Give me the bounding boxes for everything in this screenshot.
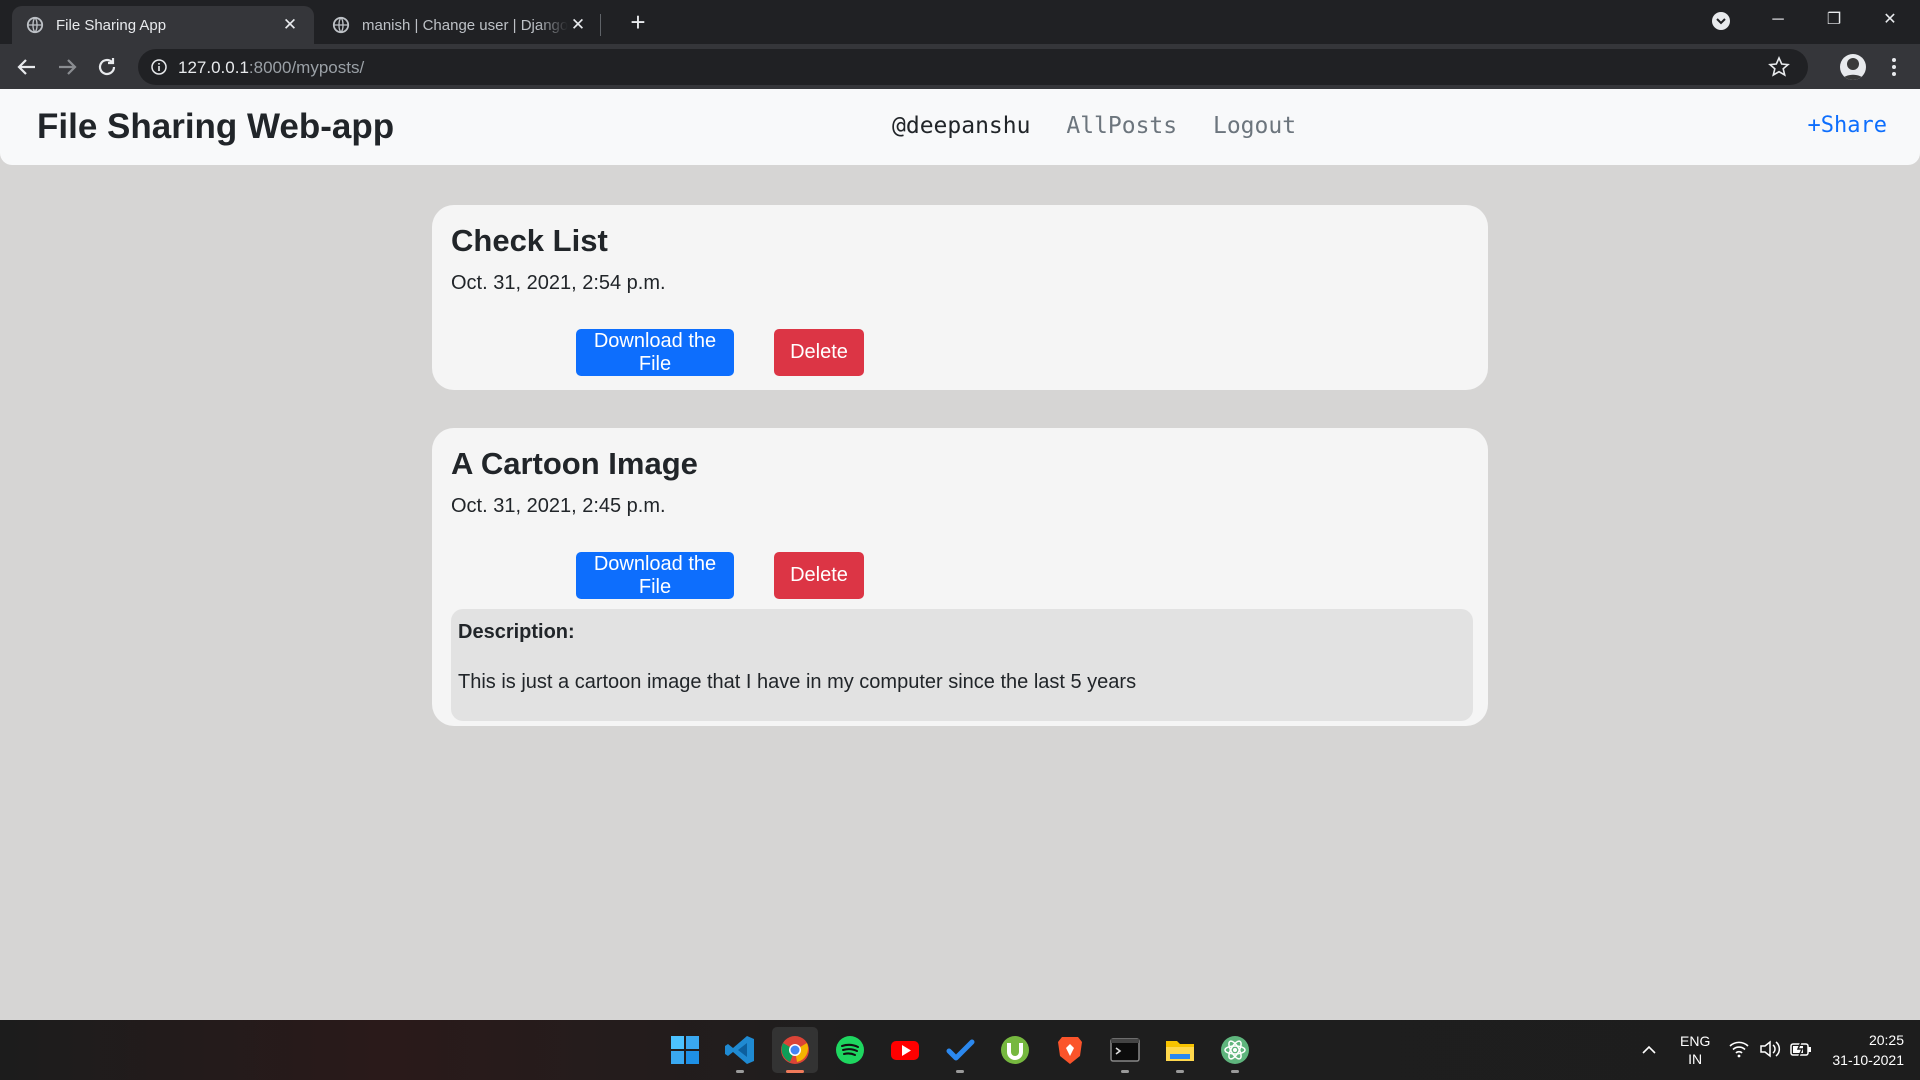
url-host: 127.0.0.1 [178,58,249,77]
url-text: 127.0.0.1:8000/myposts/ [178,58,364,78]
region-code: IN [1688,1051,1703,1067]
delete-button[interactable]: Delete [774,329,864,376]
nav-logout-link[interactable]: Logout [1213,113,1296,139]
tab-search-icon[interactable] [1710,10,1732,32]
forward-icon[interactable] [53,53,81,81]
vscode-icon[interactable] [724,1034,756,1066]
file-explorer-icon[interactable] [1164,1034,1196,1066]
description-text: This is just a cartoon image that I have… [458,671,1137,693]
running-indicator [1121,1070,1129,1073]
tab-title: manish | Change user | Django site admin [362,16,568,34]
post-title: Check List [451,223,608,258]
clock-time: 20:25 [1868,1032,1904,1048]
browser-tab-strip: File Sharing App ✕ manish | Change user … [0,0,1920,44]
wifi-icon[interactable] [1729,1040,1749,1058]
battery-charging-icon[interactable] [1790,1040,1812,1058]
description-label: Description: [458,621,575,643]
running-indicator [1231,1070,1239,1073]
chrome-icon[interactable] [779,1034,811,1066]
volume-icon[interactable] [1759,1040,1781,1058]
close-tab-icon[interactable]: ✕ [280,15,300,35]
globe-icon [26,16,44,34]
clock-date: 31-10-2021 [1832,1052,1904,1068]
close-window-icon[interactable]: ✕ [1862,0,1918,40]
nav-user-link[interactable]: @deepanshu [892,113,1030,139]
post-card: A Cartoon Image Oct. 31, 2021, 2:45 p.m.… [432,428,1488,726]
running-indicator [1176,1070,1184,1073]
youtube-icon[interactable] [889,1034,921,1066]
clock[interactable]: 20:25 31-10-2021 [1832,1030,1904,1070]
browser-toolbar: 127.0.0.1:8000/myposts/ [0,44,1920,89]
address-bar[interactable]: 127.0.0.1:8000/myposts/ [138,49,1808,85]
tab-file-sharing-app[interactable]: File Sharing App ✕ [12,6,314,44]
spotify-icon[interactable] [834,1034,866,1066]
language-indicator[interactable]: ENG IN [1680,1032,1710,1068]
download-file-button[interactable]: Download the File [576,552,734,599]
nav-allposts-link[interactable]: AllPosts [1066,113,1177,139]
description-box: Description: This is just a cartoon imag… [451,609,1473,721]
brand-title[interactable]: File Sharing Web-app [37,107,394,147]
minimize-icon[interactable]: ─ [1750,0,1806,40]
download-file-button[interactable]: Download the File [576,329,734,376]
windows-taskbar: ENG IN 20:25 31-10-2021 [0,1020,1920,1080]
language-code: ENG [1680,1033,1711,1049]
new-tab-icon[interactable]: + [624,8,652,36]
reload-icon[interactable] [93,53,121,81]
running-indicator [736,1070,744,1073]
bookmark-star-icon[interactable] [1768,56,1790,78]
delete-button[interactable]: Delete [774,552,864,599]
close-tab-icon[interactable]: ✕ [568,15,588,35]
tab-separator [600,14,601,36]
atom-icon[interactable] [1219,1034,1251,1066]
post-date: Oct. 31, 2021, 2:45 p.m. [451,495,666,517]
tab-django-admin[interactable]: manish | Change user | Django site admin… [318,6,602,44]
nav-links: @deepanshu AllPosts Logout [892,113,1318,139]
todo-icon[interactable] [944,1034,976,1066]
url-path: :8000/myposts/ [248,58,365,77]
restore-icon[interactable]: ❐ [1806,0,1862,40]
chevron-up-icon[interactable] [1640,1041,1658,1059]
terminal-icon[interactable] [1109,1034,1141,1066]
back-icon[interactable] [13,53,41,81]
post-date: Oct. 31, 2021, 2:54 p.m. [451,272,666,294]
globe-icon [332,16,350,34]
windows-start-icon[interactable] [669,1034,701,1066]
active-indicator [786,1070,804,1073]
site-navbar: File Sharing Web-app @deepanshu AllPosts… [0,89,1920,165]
utorrent-icon[interactable] [999,1034,1031,1066]
tab-title: File Sharing App [56,16,167,34]
share-link[interactable]: +Share [1808,113,1887,138]
running-indicator [956,1070,964,1073]
brave-icon[interactable] [1054,1034,1086,1066]
more-menu-icon[interactable] [1884,56,1904,78]
info-icon[interactable] [150,58,168,76]
post-card: Check List Oct. 31, 2021, 2:54 p.m. Down… [432,205,1488,390]
profile-avatar[interactable] [1840,54,1866,80]
post-title: A Cartoon Image [451,446,698,481]
